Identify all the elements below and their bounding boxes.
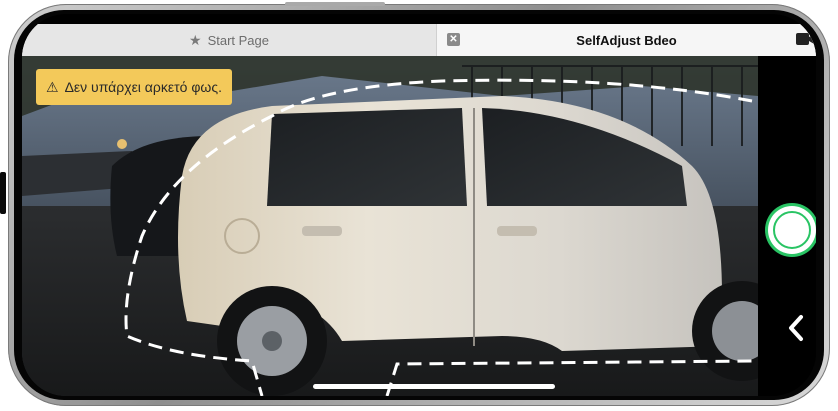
phone-screen: ★ Start Page ✕ SelfAdjust Bdeo ⚠ Δεν υπά…: [22, 14, 816, 396]
close-icon[interactable]: ✕: [447, 33, 460, 46]
warning-text: Δεν υπάρχει αρκετό φως.: [64, 79, 222, 95]
tab-start-page[interactable]: ★ Start Page: [22, 24, 436, 56]
tab-bar: ★ Start Page ✕ SelfAdjust Bdeo: [22, 24, 816, 56]
low-light-warning: ⚠ Δεν υπάρχει αρκετό φως.: [36, 69, 232, 105]
tab-start-page-label: Start Page: [207, 32, 269, 48]
tab-selfadjust-label: SelfAdjust Bdeo: [576, 32, 677, 48]
camera-preview: [22, 56, 758, 396]
tab-selfadjust-bdeo[interactable]: ✕ SelfAdjust Bdeo: [436, 24, 816, 56]
phone-top-button: [285, 2, 385, 6]
warning-triangle-icon: ⚠: [46, 78, 59, 95]
phone-side-button: [0, 172, 6, 214]
star-icon: ★: [189, 31, 202, 48]
video-camera-icon: [796, 33, 816, 45]
chevron-left-icon[interactable]: [786, 314, 806, 342]
shutter-button[interactable]: [768, 206, 816, 254]
shutter-inner-ring: [773, 211, 811, 249]
home-indicator[interactable]: [313, 384, 555, 389]
